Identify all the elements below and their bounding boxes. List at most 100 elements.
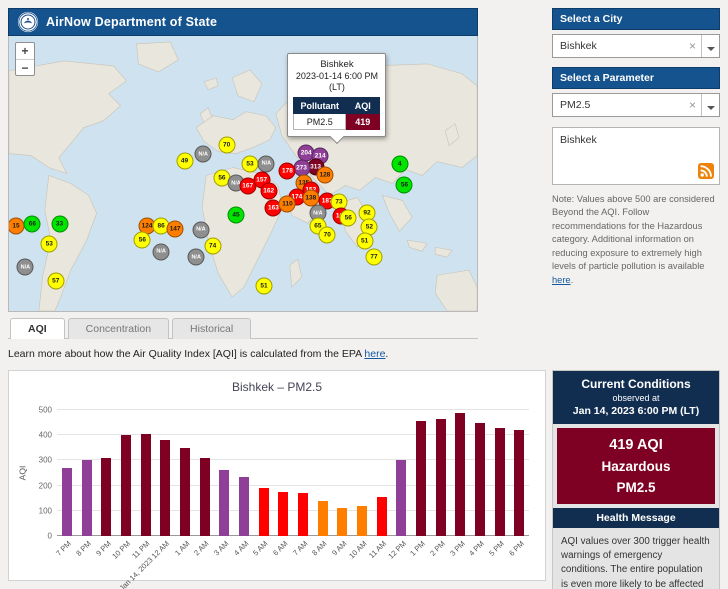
chart-bar[interactable] xyxy=(455,413,465,536)
aqi-marker[interactable]: 49 xyxy=(176,153,193,170)
chart-bar[interactable] xyxy=(160,440,170,536)
aqi-marker[interactable]: 147 xyxy=(167,220,184,237)
aqi-marker[interactable]: 51 xyxy=(256,278,273,295)
x-tick-label: 5 AM xyxy=(251,539,269,557)
app-header: AirNow Department of State xyxy=(8,8,478,36)
chart-bar[interactable] xyxy=(101,458,111,536)
aqi-marker[interactable]: N/A xyxy=(258,155,275,172)
chart-bar[interactable] xyxy=(219,470,229,536)
chart-bar[interactable] xyxy=(436,419,446,536)
aqi-marker[interactable]: N/A xyxy=(188,249,205,266)
chart-bar[interactable] xyxy=(514,430,524,536)
aqi-marker[interactable]: 178 xyxy=(279,162,296,179)
chart-column: 6 AM xyxy=(273,410,293,536)
chart-bar[interactable] xyxy=(259,488,269,536)
y-tick-label: 100 xyxy=(39,506,52,515)
x-tick-label: 6 PM xyxy=(507,539,526,558)
chart-bar[interactable] xyxy=(377,497,387,536)
chart-bar[interactable] xyxy=(416,421,426,536)
chart-column: 10 PM xyxy=(116,410,136,536)
chart-bar[interactable] xyxy=(298,493,308,536)
aqi-marker[interactable]: 110 xyxy=(279,195,296,212)
aqi-marker[interactable]: 77 xyxy=(366,249,383,266)
aqi-value: 419 AQI xyxy=(561,437,711,453)
chart-bar[interactable] xyxy=(278,492,288,536)
aqi-marker[interactable]: 45 xyxy=(227,206,244,223)
aqi-marker[interactable]: N/A xyxy=(153,243,170,260)
learn-more-link[interactable]: here xyxy=(364,348,385,360)
rss-icon[interactable] xyxy=(698,163,714,179)
aqi-marker[interactable]: 66 xyxy=(24,216,41,233)
aqi-marker[interactable]: 53 xyxy=(41,235,58,252)
aqi-marker[interactable]: 33 xyxy=(51,216,68,233)
chart-column: 8 AM xyxy=(313,410,333,536)
x-tick-label: 9 AM xyxy=(330,539,348,557)
tab-concentration[interactable]: Concentration xyxy=(68,318,169,339)
aqi-marker[interactable]: 56 xyxy=(134,231,151,248)
aqi-marker[interactable]: N/A xyxy=(195,146,212,163)
chart-bar[interactable] xyxy=(475,423,485,536)
health-message-text: AQI values over 300 trigger health warni… xyxy=(553,528,719,589)
aqi-marker[interactable]: 70 xyxy=(218,136,235,153)
aqi-marker[interactable]: N/A xyxy=(192,221,209,238)
clear-icon[interactable]: × xyxy=(684,39,701,53)
chevron-down-icon[interactable] xyxy=(702,37,719,55)
note-suffix: . xyxy=(571,275,574,285)
aqi-marker[interactable]: 57 xyxy=(47,272,64,289)
chart-column: Jan 14, 2023 12 AM xyxy=(155,410,175,536)
map-landmasses xyxy=(9,36,477,311)
x-tick-label: 6 AM xyxy=(271,539,289,557)
popup-aqi-value: 419 xyxy=(346,114,380,130)
x-tick-label: 2 AM xyxy=(192,539,210,557)
clear-icon[interactable]: × xyxy=(684,98,701,112)
chart-bar[interactable] xyxy=(200,458,210,536)
x-tick-label: 4 AM xyxy=(232,539,250,557)
aqi-marker[interactable]: N/A xyxy=(17,259,34,276)
chart-bar[interactable] xyxy=(141,434,151,536)
chart-bar[interactable] xyxy=(495,428,505,536)
chart-bar[interactable] xyxy=(357,506,367,536)
aqi-marker[interactable]: 15 xyxy=(8,217,25,234)
chart-column: 4 AM xyxy=(234,410,254,536)
aqi-marker[interactable]: 51 xyxy=(356,232,373,249)
aqi-marker[interactable]: 74 xyxy=(204,238,221,255)
chart-bar[interactable] xyxy=(180,448,190,536)
chart-bar[interactable] xyxy=(396,460,406,536)
tab-aqi[interactable]: AQI xyxy=(10,318,65,339)
health-message-header: Health Message xyxy=(553,508,719,528)
observed-at-label: observed at xyxy=(557,393,715,403)
learn-more-prefix: Learn more about how the Air Quality Ind… xyxy=(8,348,364,360)
chart-column: 7 PM xyxy=(57,410,77,536)
chart-bar[interactable] xyxy=(62,468,72,536)
chart-column: 1 AM xyxy=(175,410,195,536)
popup-aqi-header: AQI xyxy=(346,98,380,114)
chevron-down-icon[interactable] xyxy=(702,96,719,114)
aqi-marker[interactable]: 162 xyxy=(260,183,277,200)
note-link[interactable]: here xyxy=(552,275,571,285)
chart-bar[interactable] xyxy=(318,501,328,536)
aqi-marker[interactable]: 56 xyxy=(396,176,413,193)
chart-bar[interactable] xyxy=(337,508,347,536)
zoom-in-button[interactable]: + xyxy=(16,43,34,59)
learn-more-suffix: . xyxy=(385,348,388,360)
chart-bar[interactable] xyxy=(239,477,249,536)
aqi-marker[interactable]: 70 xyxy=(319,227,336,244)
city-select[interactable]: Bishkek × xyxy=(552,34,720,58)
zoom-out-button[interactable]: − xyxy=(16,59,34,75)
x-tick-label: 1 PM xyxy=(409,539,428,558)
popup-city: Bishkek xyxy=(293,59,380,70)
aqi-marker[interactable]: 128 xyxy=(316,166,333,183)
chart-bar[interactable] xyxy=(82,460,92,536)
x-tick-label: 2 PM xyxy=(428,539,447,558)
chart-column: 6 PM xyxy=(509,410,529,536)
x-tick-label: 8 PM xyxy=(74,539,93,558)
aqi-marker[interactable]: 56 xyxy=(340,209,357,226)
tabs: AQIConcentrationHistorical xyxy=(8,318,478,339)
aqi-marker[interactable]: 53 xyxy=(242,155,259,172)
world-map[interactable]: + − 15663353N/A5770N/A4953N/A56N/A167157… xyxy=(8,36,478,312)
chart-bar[interactable] xyxy=(121,435,131,536)
chart-column: 7 AM xyxy=(293,410,313,536)
parameter-select[interactable]: PM2.5 × xyxy=(552,93,720,117)
tab-historical[interactable]: Historical xyxy=(172,318,251,339)
aqi-marker[interactable]: 4 xyxy=(391,155,408,172)
